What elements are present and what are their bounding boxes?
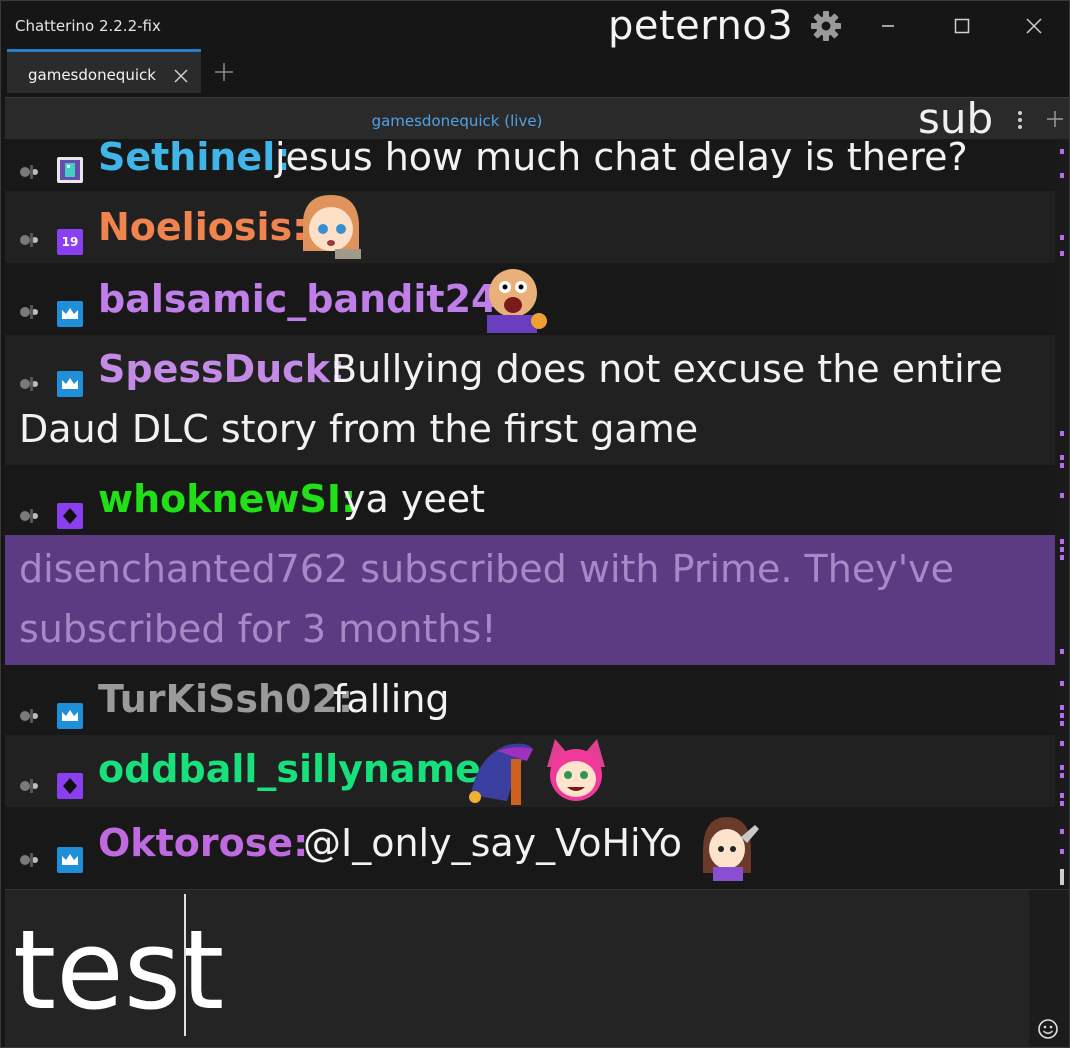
close-icon[interactable] — [1019, 11, 1049, 41]
crown-badge-icon — [57, 847, 83, 873]
sub-badge-icon: 19 — [57, 229, 83, 255]
crown-badge-icon — [57, 371, 83, 397]
username[interactable]: oddball_sillyname: — [98, 747, 496, 791]
tab-gamesdonequick[interactable]: gamesdonequick — [7, 49, 201, 93]
text-caret — [184, 894, 186, 1036]
chat-message: TurKiSsh02: falling — [5, 665, 1055, 735]
username[interactable]: Oktorose: — [98, 821, 308, 865]
moderation-icon[interactable] — [17, 705, 47, 727]
chat-message: whoknewSI: ya yeet — [5, 465, 1055, 535]
diamond-badge-icon — [57, 773, 83, 799]
username[interactable]: balsamic_bandit24: — [98, 277, 513, 321]
tab-close-icon[interactable] — [173, 68, 189, 84]
moderation-icon[interactable] — [17, 301, 47, 323]
message-text: Bullying does not excuse the entire — [331, 347, 1003, 391]
message-text: falling — [333, 677, 450, 721]
system-message-line: disenchanted762 subscribed with Prime. T… — [19, 547, 955, 591]
current-user-button[interactable]: peterno3 — [608, 3, 793, 49]
title-bar: Chatterino 2.2.2-fix peterno3 — [1, 1, 1069, 51]
moderation-icon[interactable] — [17, 229, 47, 251]
tab-label: gamesdonequick — [28, 66, 156, 84]
anime-girl-emote-icon — [303, 195, 361, 259]
chat-message: Oktorose: @I_only_say_VoHiYo — [5, 807, 1055, 887]
username[interactable]: TurKiSsh02: — [98, 677, 353, 721]
cat-girl-emote-icon — [547, 739, 605, 801]
system-message-line: subscribed for 3 months! — [19, 607, 497, 651]
username[interactable]: Noeliosis: — [98, 205, 307, 249]
add-tab-icon[interactable] — [213, 61, 235, 83]
message-text: ya yeet — [343, 477, 485, 521]
username[interactable]: Sethinel: — [98, 139, 290, 179]
channel-title[interactable]: gamesdonequick (live) — [5, 112, 909, 130]
more-options-icon[interactable] — [1013, 108, 1027, 132]
moderation-icon[interactable] — [17, 505, 47, 527]
gear-icon[interactable] — [809, 9, 843, 43]
girl-with-wrench-emote-icon — [703, 817, 759, 881]
jester-hat-emote-icon — [469, 743, 533, 805]
subscription-notice: disenchanted762 subscribed with Prime. T… — [5, 535, 1055, 665]
username[interactable]: whoknewSI: — [98, 477, 356, 521]
chat-message: oddball_sillyname: — [5, 735, 1055, 807]
username[interactable]: SpessDuck: — [98, 347, 345, 391]
chat-message: 19 Noeliosis: — [5, 191, 1055, 263]
chat-view[interactable]: Sethinel: jesus how much chat delay is t… — [5, 139, 1069, 887]
moderation-icon[interactable] — [17, 161, 47, 183]
minimize-icon[interactable] — [873, 11, 903, 41]
message-text: jesus how much chat delay is there? — [275, 139, 968, 179]
shocked-face-emote-icon — [487, 269, 547, 333]
message-input-text[interactable]: test — [13, 906, 224, 1034]
app-title: Chatterino 2.2.2-fix — [15, 17, 161, 35]
moderation-icon[interactable] — [17, 849, 47, 871]
maximize-icon[interactable] — [947, 11, 977, 41]
message-text: @I_only_say_VoHiYo — [303, 821, 682, 865]
add-split-icon[interactable] — [1045, 109, 1065, 129]
emoji-icon[interactable] — [1037, 1018, 1059, 1040]
scrollbar[interactable] — [1055, 139, 1069, 887]
message-input[interactable]: test — [5, 889, 1069, 1047]
chatterino-window: Chatterino 2.2.2-fix peterno3 gamesdoneq… — [0, 0, 1070, 1048]
moderation-icon[interactable] — [17, 775, 47, 797]
crown-badge-icon — [57, 703, 83, 729]
split-header: gamesdonequick (live) sub — [5, 94, 1069, 143]
chat-message: Sethinel: jesus how much chat delay is t… — [5, 139, 1055, 191]
diamond-badge-icon — [57, 503, 83, 529]
chat-message: SpessDuck: Bullying does not excuse the … — [5, 335, 1055, 465]
moderation-icon[interactable] — [17, 373, 47, 395]
tab-strip: gamesdonequick — [1, 49, 1069, 95]
chat-message: balsamic_bandit24: — [5, 263, 1055, 335]
overlay-sub-text: sub — [918, 94, 994, 143]
message-text-continued: Daud DLC story from the first game — [19, 407, 699, 451]
badge-icon — [57, 157, 83, 183]
crown-badge-icon — [57, 301, 83, 327]
